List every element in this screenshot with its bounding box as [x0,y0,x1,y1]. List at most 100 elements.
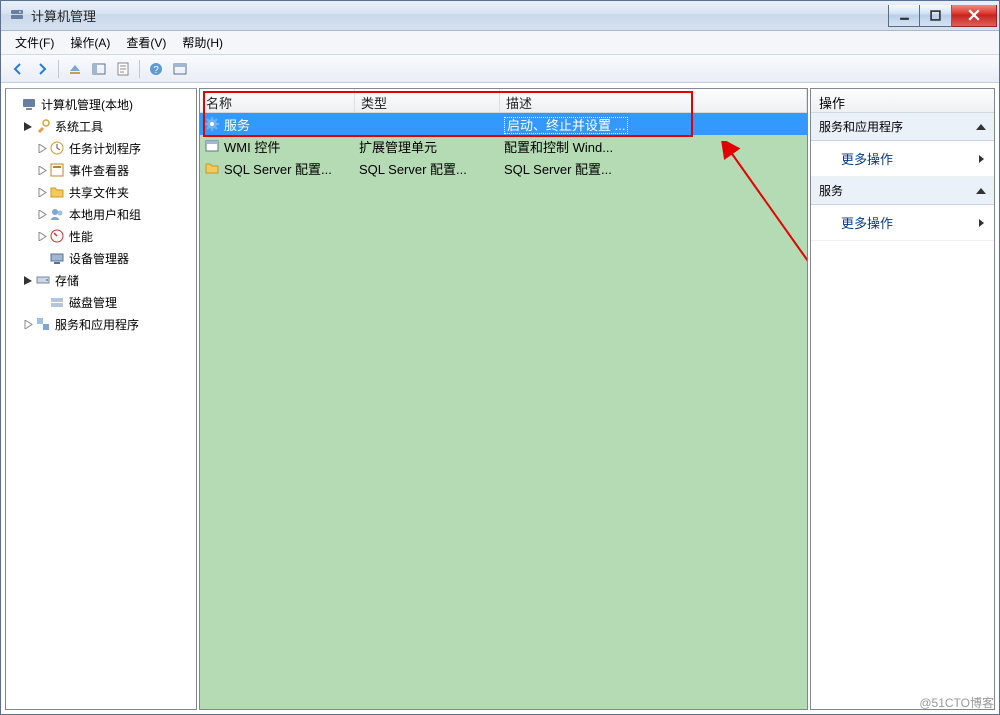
tree-services-apps[interactable]: 服务和应用程序 [22,313,194,335]
back-button[interactable] [7,58,29,80]
tree-label: 计算机管理(本地) [41,96,133,113]
titlebar[interactable]: 计算机管理 [1,1,999,31]
cell-type: SQL Server 配置... [359,162,467,177]
menu-action[interactable]: 操作(A) [62,31,118,54]
tree-label: 共享文件夹 [69,184,129,201]
forward-button[interactable] [31,58,53,80]
tree-disk-mgmt[interactable]: 磁盘管理 [36,291,194,313]
menubar: 文件(F) 操作(A) 查看(V) 帮助(H) [1,31,999,55]
tree-label: 系统工具 [55,118,103,135]
storage-icon [35,272,51,288]
computer-icon [21,96,37,112]
list-row-wmi[interactable]: WMI 控件 扩展管理单元 配置和控制 Wind... [200,135,807,157]
window-title: 计算机管理 [31,6,96,25]
annotation-arrow [720,141,808,401]
menu-help[interactable]: 帮助(H) [174,31,231,54]
actions-panel: 操作 服务和应用程序 更多操作 服务 更多操作 [810,88,995,710]
tree-performance[interactable]: 性能 [36,225,194,247]
collapse-icon [976,188,986,194]
expand-icon[interactable] [36,164,48,176]
services-apps-icon [35,316,51,332]
extra-button[interactable] [169,58,191,80]
tree-label: 服务和应用程序 [55,316,139,333]
minimize-button[interactable] [888,5,920,27]
action-label: 更多操作 [841,213,893,232]
menu-file[interactable]: 文件(F) [7,31,62,54]
window-buttons [888,5,997,27]
col-header-desc[interactable]: 描述 [500,89,807,112]
cell-type: 扩展管理单元 [359,140,437,155]
tree-label: 任务计划程序 [69,140,141,157]
chevron-right-icon [979,155,984,163]
list-panel: 名称 类型 描述 服务 启动、终止并设置 ... WMI 控件 扩展管理单元 配… [199,88,808,710]
action-more-2[interactable]: 更多操作 [811,205,994,241]
tools-icon [35,118,51,134]
cell-desc: 启动、终止并设置 ... [504,117,628,134]
gear-icon [204,116,220,132]
users-icon [49,206,65,222]
actions-section-services-apps[interactable]: 服务和应用程序 [811,113,994,141]
collapse-icon [976,124,986,130]
list-row-services[interactable]: 服务 启动、终止并设置 ... [200,113,807,135]
col-header-name[interactable]: 名称 [200,89,355,112]
tree-panel[interactable]: 计算机管理(本地) 系统工具 [5,88,197,710]
tree-storage[interactable]: 存储 [22,269,194,291]
actions-title: 操作 [811,89,994,113]
watermark: @51CTO博客 [919,694,994,711]
expand-icon[interactable] [36,142,48,154]
menu-view[interactable]: 查看(V) [118,31,174,54]
maximize-button[interactable] [920,5,952,27]
list-header: 名称 类型 描述 [200,89,807,113]
clock-icon [49,140,65,156]
section-label: 服务 [819,182,843,199]
expand-icon[interactable] [36,208,48,220]
window: 计算机管理 文件(F) 操作(A) 查看(V) 帮助(H) ? [0,0,1000,715]
expand-icon[interactable] [36,230,48,242]
svg-text:?: ? [153,65,159,76]
tree-shared-folders[interactable]: 共享文件夹 [36,181,194,203]
tree-task-scheduler[interactable]: 任务计划程序 [36,137,194,159]
folder-icon [204,160,220,176]
tree-label: 性能 [69,228,93,245]
tree-root[interactable]: 计算机管理(本地) [8,93,194,115]
tree-event-viewer[interactable]: 事件查看器 [36,159,194,181]
toolbar: ? [1,55,999,83]
chevron-right-icon [979,219,984,227]
expand-icon[interactable] [22,318,34,330]
performance-icon [49,228,65,244]
tree-label: 本地用户和组 [69,206,141,223]
tree-label: 设备管理器 [69,250,129,267]
show-hide-button[interactable] [88,58,110,80]
cell-desc: SQL Server 配置... [504,162,612,177]
section-label: 服务和应用程序 [819,118,903,135]
cell-desc: 配置和控制 Wind... [504,140,613,155]
wmi-icon [204,138,220,154]
list-row-sqlserver[interactable]: SQL Server 配置... SQL Server 配置... SQL Se… [200,157,807,179]
actions-section-services[interactable]: 服务 [811,177,994,205]
folder-share-icon [49,184,65,200]
event-icon [49,162,65,178]
tree-label: 事件查看器 [69,162,129,179]
collapse-icon[interactable] [22,274,34,286]
properties-button[interactable] [112,58,134,80]
tree-system-tools[interactable]: 系统工具 [22,115,194,137]
app-icon [9,8,25,24]
action-label: 更多操作 [841,149,893,168]
cell-name: WMI 控件 [224,137,280,156]
col-header-type[interactable]: 类型 [355,89,500,112]
disk-icon [49,294,65,310]
tree-local-users[interactable]: 本地用户和组 [36,203,194,225]
help-button[interactable]: ? [145,58,167,80]
body: 计算机管理(本地) 系统工具 [1,83,999,714]
device-icon [49,250,65,266]
close-button[interactable] [952,5,997,27]
list-body: 服务 启动、终止并设置 ... WMI 控件 扩展管理单元 配置和控制 Wind… [200,113,807,179]
cell-name: SQL Server 配置... [224,159,332,178]
toolbar-separator [58,60,59,78]
action-more-1[interactable]: 更多操作 [811,141,994,177]
tree-device-manager[interactable]: 设备管理器 [36,247,194,269]
collapse-icon[interactable] [22,120,34,132]
tree-label: 磁盘管理 [69,294,117,311]
expand-icon[interactable] [36,186,48,198]
up-button[interactable] [64,58,86,80]
